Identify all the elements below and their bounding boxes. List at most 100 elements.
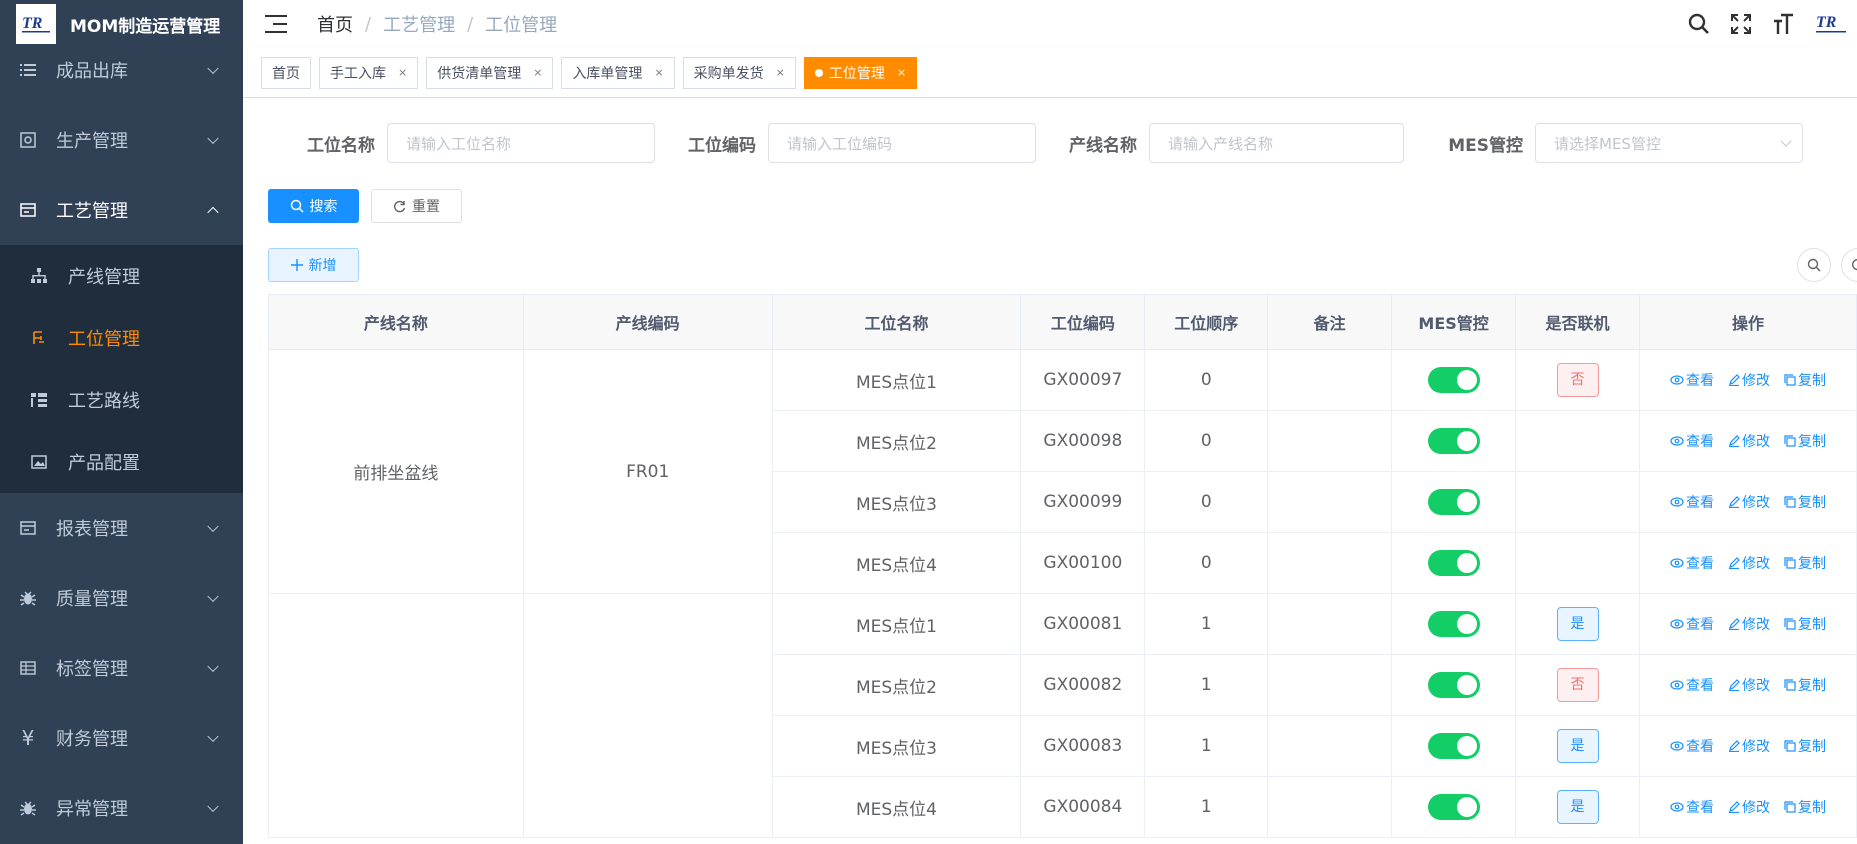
station-code-label: 工位编码 xyxy=(688,135,756,156)
sidebar-item-reports[interactable]: 报表管理 xyxy=(0,493,243,563)
eye-icon xyxy=(1670,741,1684,751)
active-dot-icon xyxy=(814,68,823,77)
mes-control-select[interactable]: 请选择MES管控 xyxy=(1535,123,1803,163)
station-order-cell: 1 xyxy=(1144,593,1269,655)
avatar[interactable]: TR xyxy=(1811,10,1851,38)
hamburger-icon[interactable] xyxy=(265,15,287,33)
sidebar-item-quality[interactable]: 质量管理 xyxy=(0,563,243,633)
mes-control-switch[interactable] xyxy=(1427,672,1480,698)
edit-link[interactable]: 修改 xyxy=(1728,553,1770,573)
tab-purchase-shipping[interactable]: 采购单发货 × xyxy=(682,56,796,89)
tab-inbound-order[interactable]: 入库单管理 × xyxy=(561,56,675,89)
tab-home[interactable]: 首页 xyxy=(261,56,311,89)
eye-icon xyxy=(1670,497,1684,507)
edit-link[interactable]: 修改 xyxy=(1728,614,1770,634)
add-button[interactable]: 新增 xyxy=(268,248,359,282)
mes-control-switch[interactable] xyxy=(1427,367,1480,393)
tab-station-management[interactable]: 工位管理 × xyxy=(803,56,918,89)
view-link[interactable]: 查看 xyxy=(1670,675,1714,695)
actions-cell: 查看 修改 复制 xyxy=(1638,776,1857,838)
copy-icon xyxy=(1784,801,1796,813)
search-icon xyxy=(290,199,304,213)
copy-link[interactable]: 复制 xyxy=(1784,553,1826,573)
sidebar-item-process-route[interactable]: 工艺路线 xyxy=(0,369,243,431)
close-icon[interactable]: × xyxy=(398,66,407,79)
copy-link[interactable]: 复制 xyxy=(1784,614,1826,634)
station-name-cell: MES点位2 xyxy=(771,410,1022,472)
edit-link[interactable]: 修改 xyxy=(1728,370,1770,390)
route-icon xyxy=(30,391,48,409)
sidebar-item-production[interactable]: 生产管理 xyxy=(0,105,243,175)
view-link[interactable]: 查看 xyxy=(1670,736,1714,756)
view-link[interactable]: 查看 xyxy=(1670,370,1714,390)
view-link[interactable]: 查看 xyxy=(1670,797,1714,817)
sidebar-item-exceptions[interactable]: 异常管理 xyxy=(0,773,243,843)
sidebar-item-finished-outbound[interactable]: 成品出库 xyxy=(0,35,243,105)
remark-cell xyxy=(1267,593,1393,655)
col-station-order: 工位顺序 xyxy=(1144,294,1269,350)
edit-icon xyxy=(1728,679,1740,691)
toggle-search-button[interactable] xyxy=(1797,248,1831,282)
sidebar-item-line-management[interactable]: 产线管理 xyxy=(0,245,243,307)
font-size-icon[interactable] xyxy=(1769,10,1797,38)
view-link[interactable]: 查看 xyxy=(1670,614,1714,634)
edit-icon xyxy=(1728,496,1740,508)
sidebar-item-process[interactable]: 工艺管理 xyxy=(0,175,243,245)
view-link[interactable]: 查看 xyxy=(1670,492,1714,512)
sidebar-item-labels[interactable]: 标签管理 xyxy=(0,633,243,703)
copy-link[interactable]: 复制 xyxy=(1784,370,1826,390)
station-name-label: 工位名称 xyxy=(307,135,375,156)
mes-control-label: MES管控 xyxy=(1448,135,1523,156)
refresh-icon xyxy=(394,200,406,212)
copy-icon xyxy=(1784,496,1796,508)
sidebar-item-finance[interactable]: ¥ 财务管理 xyxy=(0,703,243,773)
close-icon[interactable]: × xyxy=(654,66,663,79)
station-code-input[interactable]: 请输入工位编码 xyxy=(768,123,1036,163)
line-name-input[interactable]: 请输入产线名称 xyxy=(1149,123,1404,163)
mes-control-switch[interactable] xyxy=(1427,794,1480,820)
mes-control-cell xyxy=(1391,471,1517,533)
actions-cell: 查看 修改 复制 xyxy=(1638,532,1857,594)
station-name-input[interactable]: 请输入工位名称 xyxy=(387,123,655,163)
station-name-cell: MES点位3 xyxy=(771,715,1022,777)
online-cell: 是 xyxy=(1515,776,1640,838)
close-icon[interactable]: × xyxy=(776,66,785,79)
view-link[interactable]: 查看 xyxy=(1670,553,1714,573)
online-status-badge: 否 xyxy=(1556,668,1599,702)
line-name-cell: 前排坐盆线 xyxy=(268,349,524,594)
edit-link[interactable]: 修改 xyxy=(1728,675,1770,695)
tab-supply-list[interactable]: 供货清单管理 × xyxy=(426,56,554,89)
mes-control-switch[interactable] xyxy=(1427,733,1480,759)
navbar: 首页 / 工艺管理 / 工位管理 TR xyxy=(243,0,1857,48)
breadcrumb-home[interactable]: 首页 xyxy=(317,11,353,37)
copy-link[interactable]: 复制 xyxy=(1784,492,1826,512)
mes-control-switch[interactable] xyxy=(1427,550,1480,576)
mes-control-cell xyxy=(1391,532,1517,594)
sidebar-item-label: 质量管理 xyxy=(56,589,128,610)
mes-control-switch[interactable] xyxy=(1427,611,1480,637)
reset-button[interactable]: 重置 xyxy=(371,189,462,223)
copy-link[interactable]: 复制 xyxy=(1784,736,1826,756)
svg-text:TR: TR xyxy=(1816,14,1837,31)
search-button[interactable]: 搜索 xyxy=(268,189,359,223)
edit-link[interactable]: 修改 xyxy=(1728,797,1770,817)
tab-manual-inbound[interactable]: 手工入库 × xyxy=(319,56,419,89)
refresh-button[interactable] xyxy=(1841,248,1857,282)
edit-link[interactable]: 修改 xyxy=(1728,736,1770,756)
copy-link[interactable]: 复制 xyxy=(1784,675,1826,695)
copy-link[interactable]: 复制 xyxy=(1784,797,1826,817)
close-icon[interactable]: × xyxy=(897,66,906,79)
sidebar-item-product-config[interactable]: 产品配置 xyxy=(0,431,243,493)
edit-link[interactable]: 修改 xyxy=(1728,431,1770,451)
close-icon[interactable]: × xyxy=(533,66,542,79)
search-icon[interactable] xyxy=(1685,10,1713,38)
process-icon xyxy=(18,200,38,220)
mes-control-switch[interactable] xyxy=(1427,489,1480,515)
sidebar-item-station-management[interactable]: 工位管理 xyxy=(0,307,243,369)
copy-link[interactable]: 复制 xyxy=(1784,431,1826,451)
station-code-cell: GX00099 xyxy=(1020,471,1146,533)
edit-link[interactable]: 修改 xyxy=(1728,492,1770,512)
fullscreen-icon[interactable] xyxy=(1727,10,1755,38)
view-link[interactable]: 查看 xyxy=(1670,431,1714,451)
mes-control-switch[interactable] xyxy=(1427,428,1480,454)
